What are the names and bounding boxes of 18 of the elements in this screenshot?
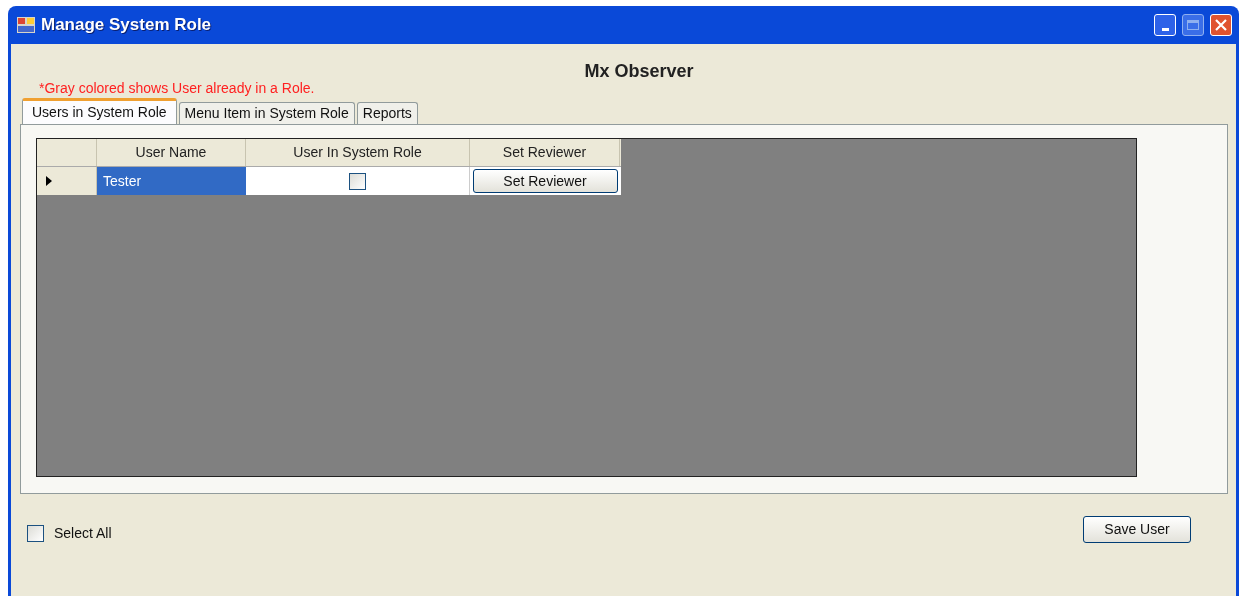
select-all-checkbox[interactable] — [27, 525, 44, 542]
note-text: *Gray colored shows User already in a Role. — [38, 80, 316, 96]
checkbox[interactable] — [349, 172, 366, 190]
minimize-icon — [1161, 28, 1169, 31]
table-cell[interactable]: Tester — [97, 167, 246, 195]
close-button[interactable] — [1210, 14, 1232, 36]
maximize-icon — [1187, 20, 1199, 30]
select-all-label: Select All — [54, 524, 112, 543]
minimize-button[interactable] — [1154, 14, 1176, 36]
app-icon — [17, 17, 35, 33]
tab[interactable]: Reports — [356, 102, 418, 124]
set-reviewer-button[interactable]: Set Reviewer — [472, 169, 618, 193]
close-icon — [1215, 19, 1227, 31]
save-user-button[interactable]: Save User — [1083, 516, 1191, 543]
tab[interactable]: Menu Item in System Role — [178, 102, 355, 124]
window-title: Manage System Role — [41, 14, 212, 37]
tab[interactable]: Users in System Role — [22, 98, 177, 124]
heading: Mx Observer — [583, 60, 695, 82]
